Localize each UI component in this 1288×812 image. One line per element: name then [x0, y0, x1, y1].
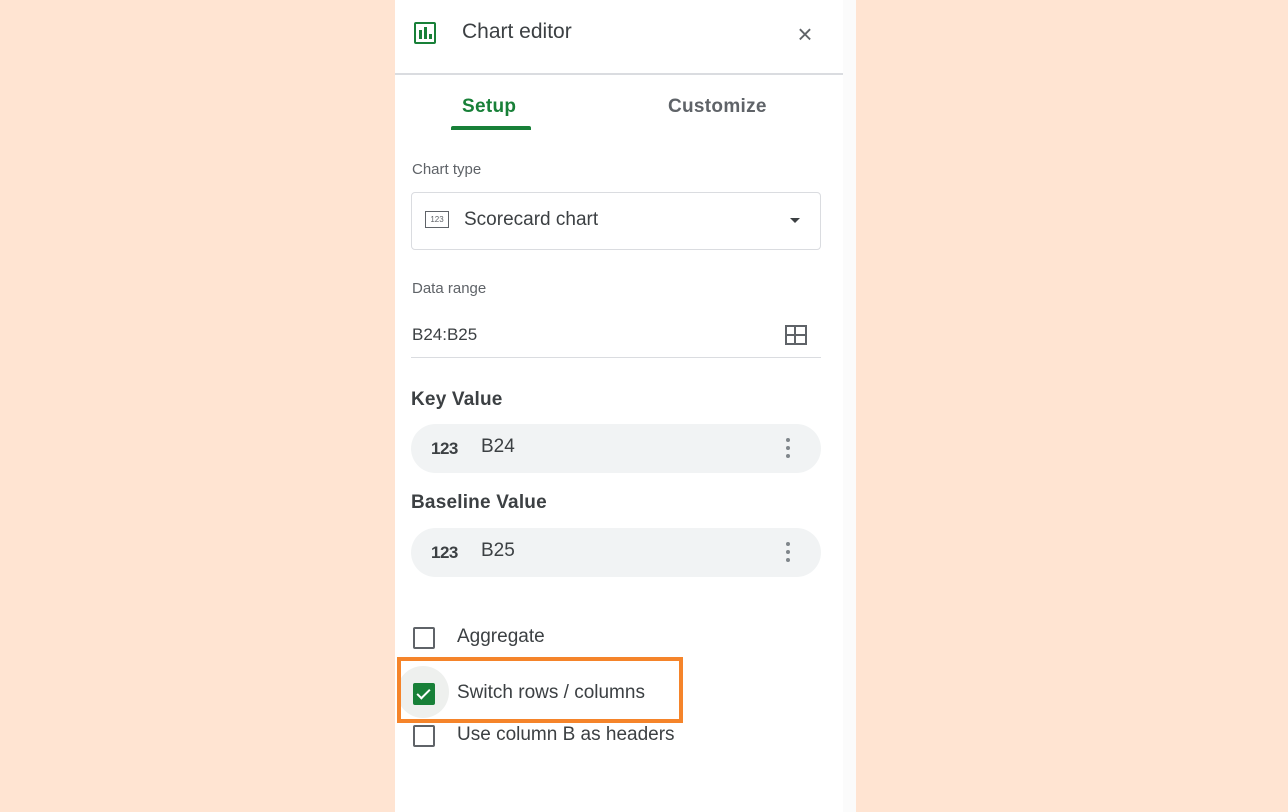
key-value-cell: B24: [481, 436, 515, 457]
use-column-headers-label: Use column B as headers: [457, 724, 675, 745]
switch-rows-columns-label: Switch rows / columns: [457, 682, 645, 703]
tab-setup[interactable]: Setup: [462, 96, 516, 118]
bar-chart-icon: [414, 22, 436, 44]
chevron-down-icon: [790, 218, 800, 223]
chart-type-value: Scorecard chart: [464, 209, 599, 230]
number-type-icon: 123: [431, 439, 458, 458]
chart-editor-panel: Chart editor × Setup Customize Chart typ…: [395, 0, 856, 812]
baseline-value-label: Baseline Value: [411, 492, 547, 513]
switch-rows-columns-checkbox[interactable]: [413, 683, 435, 705]
active-tab-indicator: [451, 126, 531, 130]
aggregate-label: Aggregate: [457, 626, 545, 647]
scorecard-icon: 123: [425, 211, 449, 228]
close-icon[interactable]: ×: [793, 21, 817, 47]
aggregate-checkbox[interactable]: [413, 627, 435, 649]
data-range-input[interactable]: B24:B25: [411, 312, 821, 358]
panel-title: Chart editor: [462, 20, 572, 43]
number-type-icon: 123: [431, 543, 458, 562]
data-range-label: Data range: [412, 280, 487, 297]
baseline-value-chip[interactable]: 123 B25: [411, 528, 821, 577]
data-range-value: B24:B25: [412, 325, 478, 344]
use-column-headers-checkbox[interactable]: [413, 725, 435, 747]
select-range-grid-icon[interactable]: [785, 325, 807, 345]
chart-editor-header: Chart editor ×: [395, 0, 843, 75]
more-options-icon[interactable]: [781, 436, 795, 462]
scrollbar-track[interactable]: [843, 0, 856, 812]
baseline-value-cell: B25: [481, 540, 515, 561]
key-value-label: Key Value: [411, 389, 503, 410]
more-options-icon[interactable]: [781, 540, 795, 566]
key-value-chip[interactable]: 123 B24: [411, 424, 821, 473]
chart-type-dropdown[interactable]: 123 Scorecard chart: [411, 192, 821, 250]
tab-customize[interactable]: Customize: [668, 96, 767, 118]
chart-type-label: Chart type: [412, 161, 482, 178]
